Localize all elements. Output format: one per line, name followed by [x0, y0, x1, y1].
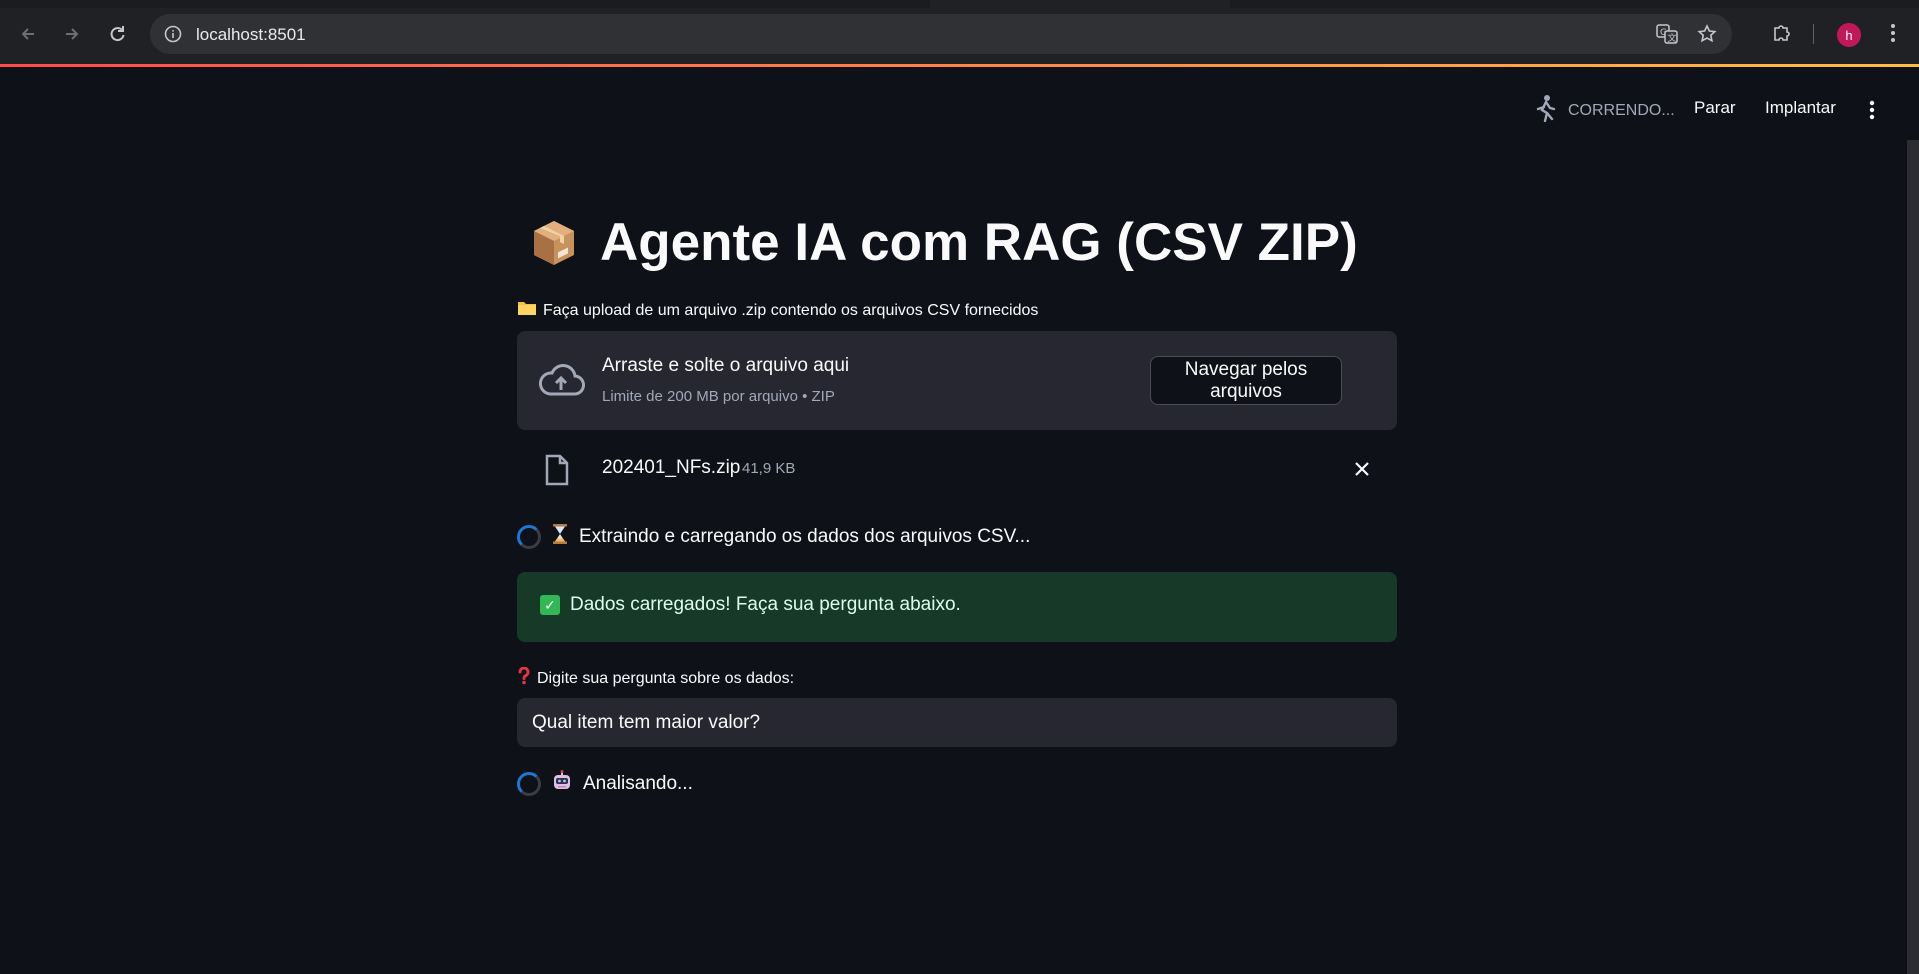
- robot-icon: [551, 770, 573, 798]
- running-man-icon: [1534, 94, 1558, 127]
- question-label: Digite sua pergunta sobre os dados:: [517, 666, 795, 690]
- spinner-icon: [517, 525, 541, 549]
- file-name: 202401_NFs.zip: [602, 457, 741, 478]
- deploy-button[interactable]: Implantar: [1765, 98, 1836, 118]
- success-text: Dados carregados! Faça sua pergunta abai…: [570, 594, 961, 615]
- streamlit-decoration-bar: [0, 64, 1919, 67]
- analyzing-text: Analisando...: [583, 773, 693, 794]
- forward-icon[interactable]: [60, 22, 84, 46]
- uploaded-file: 202401_NFs.zip 41,9 KB: [517, 448, 1397, 490]
- analyzing-status: Analisando...: [517, 770, 693, 798]
- reload-icon[interactable]: [105, 22, 129, 46]
- star-icon[interactable]: [1697, 24, 1717, 44]
- back-icon[interactable]: [16, 22, 40, 46]
- dropzone-subtitle: Limite de 200 MB por arquivo • ZIP: [602, 388, 835, 405]
- browser-menu-icon[interactable]: [1880, 20, 1906, 46]
- active-tab[interactable]: [930, 0, 1230, 8]
- upload-label-text: Faça upload de um arquivo .zip contendo …: [543, 301, 1039, 319]
- browser-toolbar: localhost:8501 G文 h: [0, 0, 1919, 66]
- success-alert: ✓ Dados carregados! Faça sua pergunta ab…: [517, 572, 1397, 642]
- profile-avatar[interactable]: h: [1837, 23, 1861, 47]
- upload-label: Faça upload de um arquivo .zip contendo …: [517, 300, 1038, 321]
- page-title-text: Agente IA com RAG (CSV ZIP): [600, 213, 1358, 272]
- svg-text:文: 文: [1668, 32, 1677, 44]
- file-dropzone[interactable]: Arraste e solte o arquivo aqui Limite de…: [517, 331, 1397, 430]
- address-bar[interactable]: localhost:8501 G文: [150, 14, 1732, 54]
- spinner-icon: [517, 772, 541, 796]
- file-size: 41,9 KB: [742, 460, 796, 477]
- checkmark-icon: ✓: [540, 595, 560, 615]
- running-status: CORRENDO...: [1534, 94, 1675, 127]
- question-label-text: Digite sua pergunta sobre os dados:: [537, 669, 795, 687]
- file-icon: [544, 454, 570, 486]
- page-scrollbar[interactable]: [1907, 140, 1919, 974]
- running-status-text: CORRENDO...: [1568, 101, 1675, 119]
- page-title: Agente IA com RAG (CSV ZIP): [528, 212, 1358, 273]
- package-icon: [528, 217, 580, 269]
- toolbar-divider: [1813, 24, 1814, 44]
- close-icon[interactable]: [1353, 460, 1371, 478]
- translate-icon[interactable]: G文: [1656, 24, 1678, 44]
- puzzle-icon[interactable]: [1769, 20, 1795, 46]
- question-mark-icon: [517, 666, 531, 690]
- question-input[interactable]: [517, 698, 1397, 747]
- info-circle-icon[interactable]: [164, 25, 182, 43]
- loading-text: Extraindo e carregando os dados dos arqu…: [579, 526, 1031, 547]
- cloud-upload-icon: [537, 361, 585, 401]
- browse-files-button[interactable]: Navegar pelos arquivos: [1150, 356, 1342, 405]
- folder-icon: [517, 300, 537, 321]
- main-menu-icon[interactable]: [1862, 98, 1882, 122]
- stop-button[interactable]: Parar: [1694, 98, 1736, 118]
- url-text[interactable]: localhost:8501: [196, 25, 306, 45]
- hourglass-icon: [551, 523, 569, 551]
- loading-status: Extraindo e carregando os dados dos arqu…: [517, 523, 1030, 551]
- dropzone-title: Arraste e solte o arquivo aqui: [602, 355, 850, 376]
